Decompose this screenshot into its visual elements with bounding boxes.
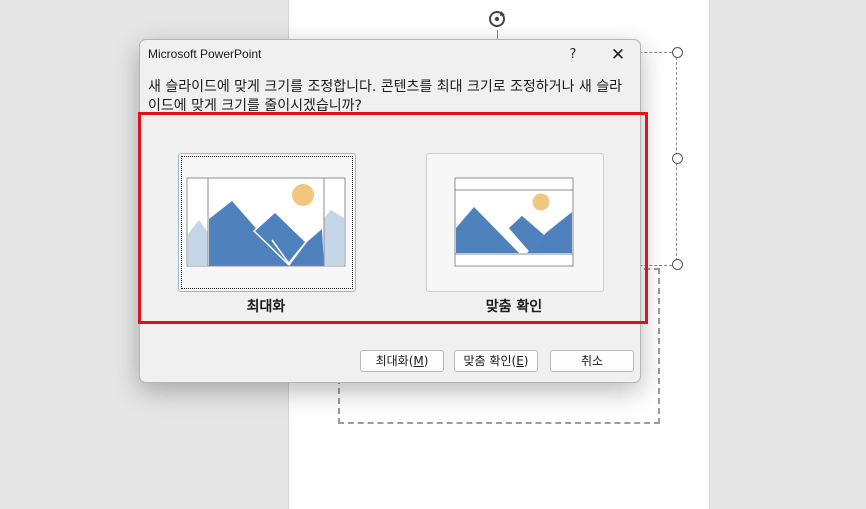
dialog-titlebar: Microsoft PowerPoint ? ✕ <box>140 40 640 70</box>
maximize-preview-icon <box>186 177 346 267</box>
maximize-button-label: 최대화 <box>375 354 409 368</box>
rotate-icon[interactable] <box>486 8 508 30</box>
maximize-option[interactable] <box>178 153 356 292</box>
dialog-message: 새 슬라이드에 맞게 크기를 조정합니다. 콘텐츠를 최대 크기로 조정하거나 … <box>148 79 622 114</box>
resize-handle-bottom-right[interactable] <box>672 259 683 270</box>
cancel-button[interactable]: 취소 <box>550 350 634 372</box>
maximize-button[interactable]: 최대화(M) <box>360 350 444 372</box>
resize-handle-top-right[interactable] <box>672 47 683 58</box>
ensure-fit-button-label: 맞춤 확인 <box>463 354 512 368</box>
ensure-fit-option-label: 맞춤 확인 <box>485 299 543 315</box>
ensure-fit-preview-icon <box>454 177 574 267</box>
maximize-option-label: 최대화 <box>246 299 286 315</box>
ensure-fit-option[interactable] <box>426 153 604 292</box>
ensure-fit-button[interactable]: 맞춤 확인(E) <box>454 350 538 372</box>
help-button[interactable]: ? <box>558 44 588 66</box>
maximize-button-accesskey: M <box>413 354 424 368</box>
dialog-title: Microsoft PowerPoint <box>148 47 262 61</box>
close-button[interactable]: ✕ <box>600 42 636 68</box>
scale-dialog: Microsoft PowerPoint ? ✕ 새 슬라이드에 맞게 크기를 … <box>139 39 641 383</box>
resize-handle-right[interactable] <box>672 153 683 164</box>
ensure-fit-button-accesskey: E <box>516 354 524 368</box>
